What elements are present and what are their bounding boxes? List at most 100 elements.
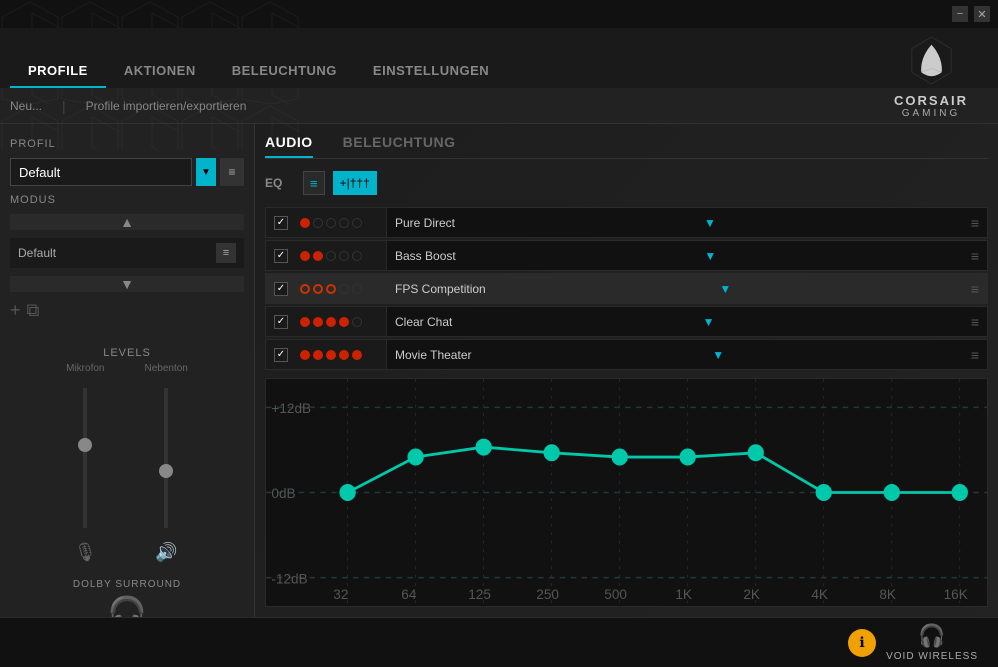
nebenton-label: Nebenton xyxy=(144,363,187,374)
preset-menu-pure-direct[interactable]: ≡ xyxy=(965,215,979,231)
mikrofon-label: Mikrofon xyxy=(66,363,104,374)
preset-dropdown-movie-theater[interactable]: ▼ xyxy=(712,348,724,362)
dot xyxy=(339,317,349,327)
nav-tab-beleuchtung[interactable]: BELEUCHTUNG xyxy=(214,55,355,88)
preset-menu-clear-chat[interactable]: ≡ xyxy=(965,314,979,330)
preset-menu-movie-theater[interactable]: ≡ xyxy=(965,347,979,363)
preset-name-cell-clear-chat: Clear Chat ▼ ≡ xyxy=(386,307,987,336)
dot xyxy=(339,218,349,228)
svg-text:250: 250 xyxy=(536,586,559,602)
dot xyxy=(313,218,323,228)
preset-checkbox-clear-chat[interactable] xyxy=(266,315,296,329)
profile-select-row: Default ▼ ≡ xyxy=(10,158,244,186)
preset-menu-bass-boost[interactable]: ≡ xyxy=(965,248,979,264)
nav-tab-aktionen[interactable]: AKTIONEN xyxy=(106,55,214,88)
checkbox-pure-direct[interactable] xyxy=(274,216,288,230)
microphone-icon: 🎙 xyxy=(74,542,97,563)
eq-row: EQ ≡ +|††† xyxy=(265,167,988,199)
table-row: Bass Boost ▼ ≡ xyxy=(265,240,988,271)
sub-nav-import[interactable]: Profile importieren/exportieren xyxy=(86,99,247,113)
preset-dropdown-fps[interactable]: ▼ xyxy=(719,282,731,296)
profile-menu-icon[interactable]: ≡ xyxy=(220,158,244,186)
eq-preset-button[interactable]: ≡ xyxy=(303,171,325,195)
dot xyxy=(313,251,323,261)
preset-name-fps: FPS Competition xyxy=(395,282,486,296)
svg-text:2K: 2K xyxy=(743,586,760,602)
battery-icon: ℹ xyxy=(848,629,876,657)
svg-text:16K: 16K xyxy=(944,586,969,602)
eq-custom-icon: +|††† xyxy=(340,176,370,190)
table-row: Pure Direct ▼ ≡ xyxy=(265,207,988,238)
svg-text:1K: 1K xyxy=(675,586,692,602)
eq-custom-button[interactable]: +|††† xyxy=(333,171,377,195)
preset-checkbox-fps[interactable] xyxy=(266,282,296,296)
nav-tabs: PROFILE AKTIONEN BELEUCHTUNG EINSTELLUNG… xyxy=(10,55,507,88)
mikrofon-slider[interactable] xyxy=(83,388,87,528)
tab-audio[interactable]: AUDIO xyxy=(265,134,313,158)
dot xyxy=(313,350,323,360)
table-row: Clear Chat ▼ ≡ xyxy=(265,306,988,337)
dolby-headphones-icon[interactable]: 🎧 xyxy=(10,594,244,617)
nav-tab-einstellungen[interactable]: EINSTELLUNGEN xyxy=(355,55,507,88)
dot xyxy=(300,251,310,261)
dot xyxy=(326,317,336,327)
dolby-section: DOLBY SURROUND 🎧 xyxy=(10,571,244,617)
checkbox-movie-theater[interactable] xyxy=(274,348,288,362)
dot xyxy=(300,350,310,360)
profile-dropdown[interactable]: Default xyxy=(10,158,192,186)
checkbox-bass-boost[interactable] xyxy=(274,249,288,263)
modus-down-button[interactable]: ▼ xyxy=(10,276,244,292)
dot xyxy=(352,317,362,327)
modus-menu-icon[interactable]: ≡ xyxy=(216,243,236,263)
table-row: Movie Theater ▼ ≡ xyxy=(265,339,988,370)
sub-nav-new[interactable]: Neu... xyxy=(10,99,42,113)
modus-item: Default ≡ xyxy=(10,238,244,268)
minimize-button[interactable]: − xyxy=(952,6,968,22)
dot xyxy=(352,284,362,294)
void-wireless-label: VOID WIRELESS xyxy=(886,651,978,662)
preset-dropdown-bass-boost[interactable]: ▼ xyxy=(704,249,716,263)
mikrofon-slider-col: Mikrofon 🎙 xyxy=(66,363,104,563)
tab-beleuchtung[interactable]: BELEUCHTUNG xyxy=(343,134,456,158)
dot xyxy=(326,284,336,294)
checkbox-clear-chat[interactable] xyxy=(274,315,288,329)
preset-dropdown-pure-direct[interactable]: ▼ xyxy=(704,216,716,230)
title-bar: − ✕ xyxy=(0,0,998,28)
dot xyxy=(352,350,362,360)
modus-value: Default xyxy=(18,246,56,260)
preset-menu-fps[interactable]: ≡ xyxy=(965,281,979,297)
dot xyxy=(352,251,362,261)
audio-section: EQ ≡ +|††† xyxy=(265,167,988,607)
top-nav: PROFILE AKTIONEN BELEUCHTUNG EINSTELLUNG… xyxy=(0,28,998,88)
dots-fps xyxy=(296,284,386,294)
table-row: FPS Competition ▼ ≡ xyxy=(265,273,988,304)
preset-name-cell-pure-direct: Pure Direct ▼ ≡ xyxy=(386,208,987,237)
dots-movie-theater xyxy=(296,350,386,360)
dot xyxy=(313,317,323,327)
profile-dropdown-arrow[interactable]: ▼ xyxy=(196,158,216,186)
svg-text:64: 64 xyxy=(401,586,416,602)
preset-dropdown-clear-chat[interactable]: ▼ xyxy=(703,315,715,329)
nav-tab-profile[interactable]: PROFILE xyxy=(10,55,106,88)
preset-name-cell-bass-boost: Bass Boost ▼ ≡ xyxy=(386,241,987,270)
copy-modus-button[interactable]: ⧉ xyxy=(27,300,40,321)
speaker-icon: 🔊 xyxy=(155,542,177,563)
dolby-label: DOLBY SURROUND xyxy=(10,579,244,590)
preset-checkbox-movie-theater[interactable] xyxy=(266,348,296,362)
dot xyxy=(352,218,362,228)
nebenton-slider[interactable] xyxy=(164,388,168,528)
right-panel: AUDIO BELEUCHTUNG EQ ≡ +|††† xyxy=(255,124,998,617)
void-wireless-section: 🎧 VOID WIRELESS xyxy=(886,623,978,662)
dots-clear-chat xyxy=(296,317,386,327)
close-button[interactable]: ✕ xyxy=(974,6,990,22)
preset-list: Pure Direct ▼ ≡ xyxy=(265,207,988,370)
add-modus-button[interactable]: + xyxy=(10,300,21,321)
svg-text:4K: 4K xyxy=(811,586,828,602)
checkbox-fps[interactable] xyxy=(274,282,288,296)
preset-checkbox-pure-direct[interactable] xyxy=(266,216,296,230)
dot xyxy=(326,218,336,228)
nebenton-slider-container xyxy=(164,378,168,538)
preset-name-clear-chat: Clear Chat xyxy=(395,315,452,329)
preset-checkbox-bass-boost[interactable] xyxy=(266,249,296,263)
modus-up-button[interactable]: ▲ xyxy=(10,214,244,230)
